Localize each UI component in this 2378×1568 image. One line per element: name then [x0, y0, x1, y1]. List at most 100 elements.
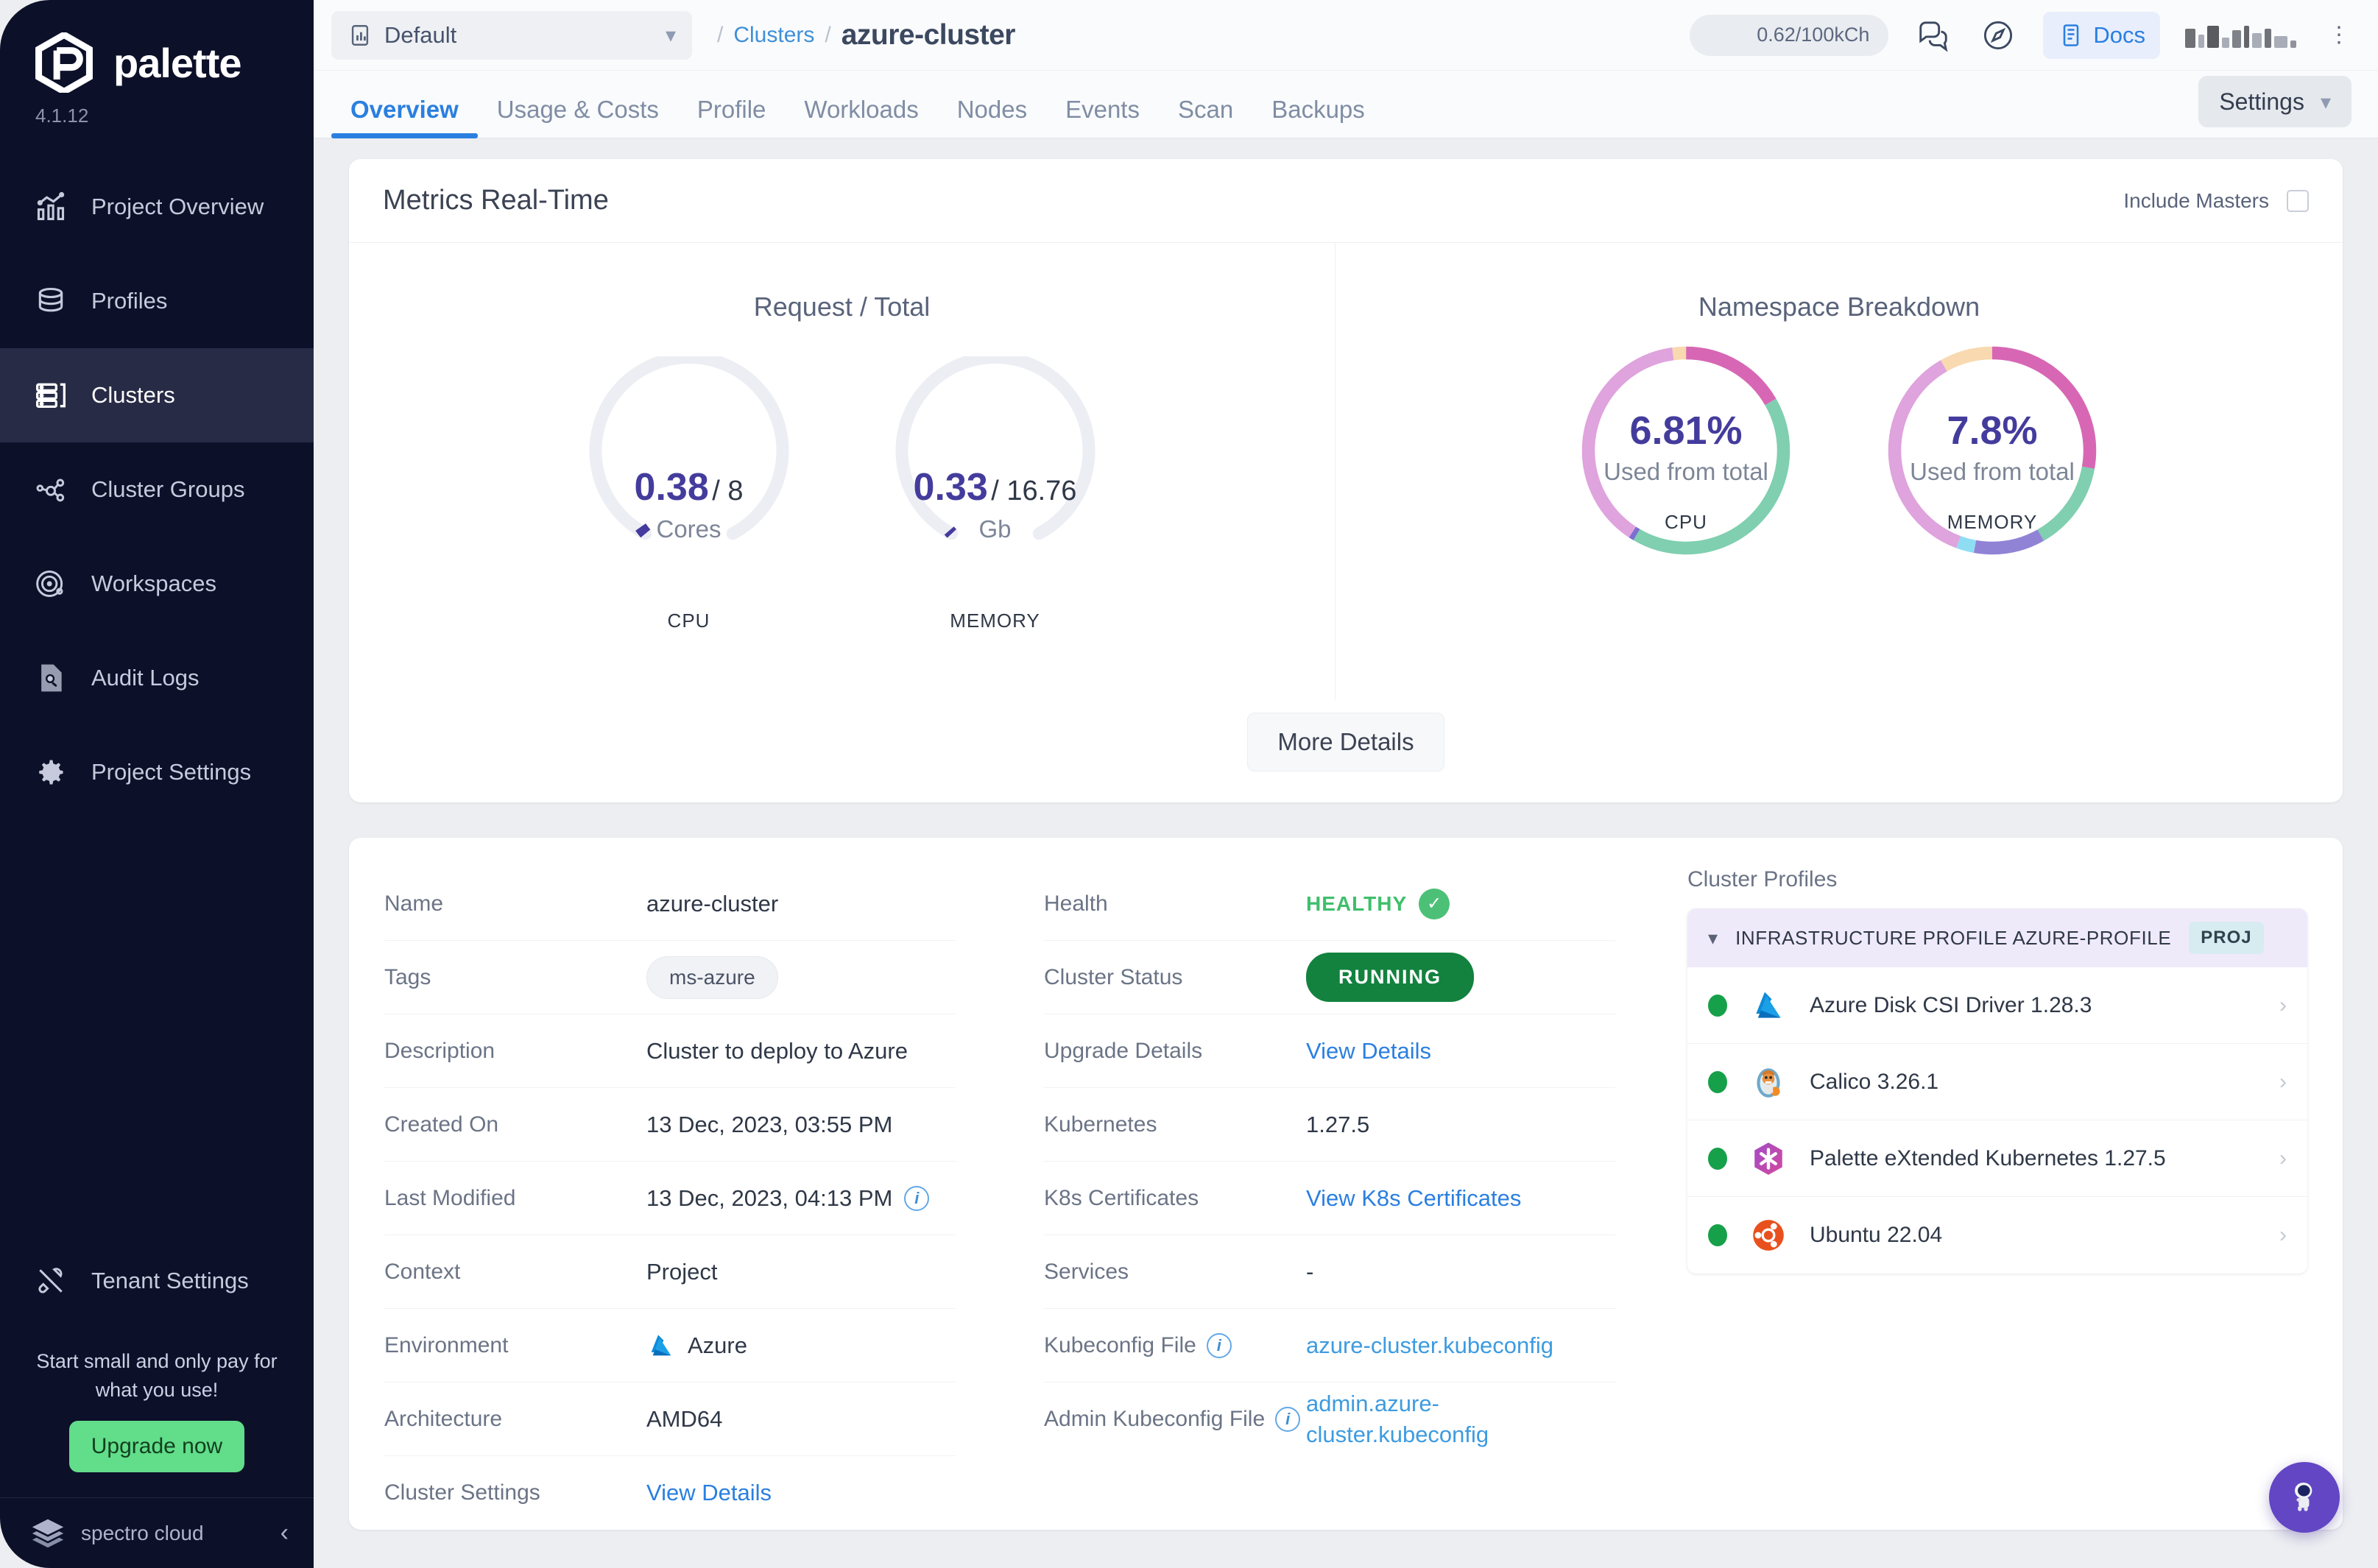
detail-row-k8s-certificates: K8s Certificates View K8s Certificates [1044, 1162, 1615, 1235]
cpu-gauge: 0.38 / 8 Cores CPU [575, 356, 803, 632]
project-name: Default [384, 21, 457, 48]
info-icon[interactable]: i [904, 1185, 930, 1211]
tab-profile[interactable]: Profile [678, 97, 786, 138]
detail-value-architecture: AMD64 [646, 1405, 723, 1432]
settings-button[interactable]: Settings ▾ [2198, 76, 2351, 127]
sidebar: palette 4.1.12 Project Overview Profiles [0, 0, 314, 1568]
tools-icon [34, 1264, 68, 1298]
admin-kubeconfig-file-label: Admin Kubeconfig File [1044, 1407, 1266, 1431]
docs-button[interactable]: Docs [2043, 11, 2160, 59]
upgrade-details-link[interactable]: View Details [1306, 1038, 1431, 1064]
detail-label: Cluster Status [1044, 964, 1183, 989]
include-masters-checkbox[interactable] [2287, 189, 2309, 212]
overflow-menu-button[interactable]: ⋮ [2328, 22, 2351, 48]
tab-overview[interactable]: Overview [331, 97, 478, 138]
memory-donut-label: MEMORY [1947, 511, 2038, 533]
status-dot [1708, 1147, 1727, 1170]
detail-label: Admin Kubeconfig File i [1044, 1407, 1306, 1432]
memory-gauge-unit: Gb [978, 515, 1012, 543]
chat-bubbles-icon[interactable] [1913, 15, 1953, 55]
tab-events[interactable]: Events [1046, 97, 1159, 138]
server-rack-icon [34, 378, 68, 412]
project-selector[interactable]: Default ▾ [331, 10, 692, 60]
details-middle-column: Health HEALTHY ✓ Cluster Status RUNNING [1000, 867, 1659, 1530]
detail-value-kubernetes: 1.27.5 [1306, 1111, 1370, 1137]
tab-usage-and-costs[interactable]: Usage & Costs [478, 97, 678, 138]
spectro-cloud-logo-icon [32, 1519, 64, 1547]
cpu-gauge-unit: Cores [656, 515, 721, 543]
cluster-profile-layer-row[interactable]: Calico 3.26.1 › [1687, 1044, 2307, 1120]
tab-backups[interactable]: Backups [1252, 97, 1384, 138]
request-total-panel: Request / Total 0.38 / 8 Cores CPU 0.33 … [349, 243, 1336, 699]
compass-icon[interactable] [1978, 15, 2018, 55]
kubeconfig-file-label: Kubeconfig File [1044, 1332, 1196, 1357]
tab-scan[interactable]: Scan [1159, 97, 1252, 138]
sidebar-item-project-overview[interactable]: Project Overview [0, 160, 314, 254]
docs-icon [2064, 24, 2079, 46]
detail-value-services: - [1306, 1258, 1314, 1285]
upgrade-now-button[interactable]: Upgrade now [68, 1421, 245, 1472]
chevron-down-icon[interactable]: ▾ [1708, 927, 1718, 950]
detail-label: Tags [384, 964, 431, 989]
chevron-down-icon: ▾ [665, 24, 676, 46]
cluster-profile-layer-row[interactable]: Ubuntu 22.04 › [1687, 1197, 2307, 1274]
support-chat-button[interactable] [2269, 1462, 2340, 1533]
view-k8s-certificates-link[interactable]: View K8s Certificates [1306, 1185, 1521, 1212]
more-details-button[interactable]: More Details [1247, 713, 1444, 771]
detail-row-cluster-settings: Cluster Settings View Details [384, 1456, 956, 1530]
info-icon[interactable]: i [1206, 1332, 1232, 1358]
sidebar-item-label: Clusters [91, 382, 175, 408]
settings-label: Settings [2219, 88, 2304, 115]
status-dot [1708, 1070, 1727, 1093]
detail-row-upgrade-details: Upgrade Details View Details [1044, 1014, 1615, 1088]
sidebar-item-label: Project Settings [91, 759, 252, 785]
stack-icon [34, 284, 68, 318]
collapse-sidebar-button[interactable]: ‹ [281, 1519, 289, 1547]
cpu-gauge-value: 0.38 [634, 466, 709, 509]
detail-label: K8s Certificates [1044, 1185, 1199, 1210]
memory-donut-subtitle: Used from total [1910, 458, 2075, 485]
tag-chip: ms-azure [646, 956, 778, 999]
breadcrumb-link-clusters[interactable]: Clusters [733, 23, 814, 48]
user-name-redacted [2185, 23, 2303, 48]
info-icon[interactable]: i [1275, 1407, 1301, 1432]
detail-value-environment: Azure [646, 1331, 747, 1360]
cluster-profile-scope-badge: PROJ [2189, 922, 2264, 954]
sidebar-item-audit-logs[interactable]: Audit Logs [0, 631, 314, 725]
memory-gauge-center: 0.33 / 16.76 Gb [881, 465, 1109, 543]
kubeconfig-file-link[interactable]: azure-cluster.kubeconfig [1306, 1332, 1553, 1359]
cpu-donut-label: CPU [1665, 511, 1707, 533]
cluster-profile-group-label: INFRASTRUCTURE PROFILE AZURE-PROFILE [1735, 926, 2172, 949]
sidebar-item-cluster-groups[interactable]: Cluster Groups [0, 442, 314, 537]
layer-name: Calico 3.26.1 [1810, 1069, 1939, 1094]
tab-workloads[interactable]: Workloads [785, 97, 937, 138]
cluster-profile-layer-row[interactable]: Palette eXtended Kubernetes 1.27.5 › [1687, 1120, 2307, 1197]
cluster-profile-layer-row[interactable]: Azure Disk CSI Driver 1.28.3 › [1687, 967, 2307, 1044]
cpu-donut-percent: 6.81% [1629, 409, 1743, 453]
sidebar-item-workspaces[interactable]: Workspaces [0, 537, 314, 631]
app-root: palette 4.1.12 Project Overview Profiles [0, 0, 2378, 1568]
detail-value-description: Cluster to deploy to Azure [646, 1037, 908, 1064]
sidebar-item-profiles[interactable]: Profiles [0, 254, 314, 348]
include-masters-control[interactable]: Include Masters [2123, 189, 2309, 213]
status-dot [1708, 1224, 1727, 1246]
detail-value-tags: ms-azure [646, 956, 778, 999]
metrics-card-header: Metrics Real-Time Include Masters [349, 159, 2343, 243]
detail-row-health: Health HEALTHY ✓ [1044, 867, 1615, 941]
sidebar-nav: Project Overview Profiles Clusters Clust… [0, 160, 314, 819]
layer-name: Palette eXtended Kubernetes 1.27.5 [1810, 1145, 2166, 1170]
cluster-profile-group-header[interactable]: ▾ INFRASTRUCTURE PROFILE AZURE-PROFILE P… [1687, 908, 2307, 967]
chevron-down-icon: ▾ [2320, 90, 2331, 113]
tab-nodes[interactable]: Nodes [938, 97, 1046, 138]
breadcrumb-separator: / [825, 22, 831, 47]
detail-label: Health [1044, 891, 1108, 916]
donuts-group: 6.81% Used from total CPU 7.8% Used from… [1336, 340, 2343, 561]
cluster-settings-view-details-link[interactable]: View Details [646, 1480, 772, 1506]
sidebar-item-tenant-settings[interactable]: Tenant Settings [0, 1234, 314, 1328]
chevron-right-icon: › [2279, 1223, 2287, 1247]
sidebar-item-project-settings[interactable]: Project Settings [0, 725, 314, 819]
sidebar-item-clusters[interactable]: Clusters [0, 348, 314, 442]
layer-name: Ubuntu 22.04 [1810, 1223, 1943, 1247]
admin-kubeconfig-file-link[interactable]: admin.azure-cluster.kubeconfig [1306, 1388, 1549, 1450]
brand-name: palette [113, 39, 241, 86]
